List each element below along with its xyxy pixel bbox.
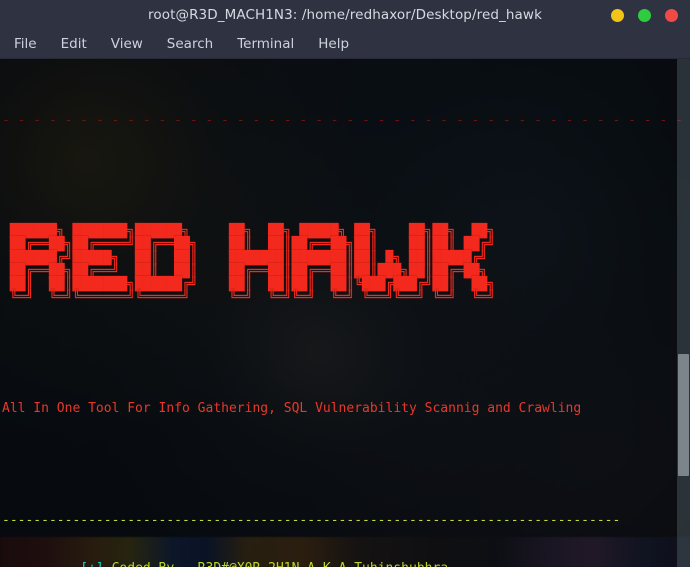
ascii-line-6: ╚═╝ ╚═╝╚══════╝╚═════╝ ╚═╝ ╚═╝╚═╝ ╚═╝ ╚═… [2,290,496,306]
top-separator-rule: - - - - - - - - - - - - - - - - - - - - … [2,113,683,128]
tagline: All In One Tool For Info Gathering, SQL … [2,400,582,416]
menu-item-view[interactable]: View [109,34,145,54]
coded-by-line: [+] Coded By - R3D#@X0R_2H1N A.K.A Tuhin… [2,561,690,567]
terminal-output: - - - - - - - - - - - - - - - - - - - - … [0,59,690,567]
menu-item-help[interactable]: Help [316,34,351,54]
coded-by-text: Coded By - R3D#@X0R_2H1N A.K.A Tuhinshub… [112,561,449,567]
menu-item-file[interactable]: File [12,34,39,54]
menu-item-terminal[interactable]: Terminal [235,34,296,54]
coded-by-tag: [+] [80,561,103,567]
terminal-scrollbar[interactable] [677,59,690,567]
ascii-line-2: ██╔══██╗██╔════╝██╔══██╗ ██║ ██║██╔══██╗… [2,237,496,253]
minimize-button[interactable] [611,8,624,22]
window-titlebar: root@R3D_MACH1N3: /home/redhaxor/Desktop… [0,0,690,30]
terminal-body[interactable]: - - - - - - - - - - - - - - - - - - - - … [0,59,690,567]
terminal-window: root@R3D_MACH1N3: /home/redhaxor/Desktop… [0,0,690,567]
screen: root@R3D_MACH1N3: /home/redhaxor/Desktop… [0,0,690,567]
red-hawk-ascii-banner: ██████╗ ███████╗██████╗ ██╗ ██╗ █████╗ █… [2,225,690,305]
scrollbar-thumb[interactable] [678,354,689,477]
ascii-line-3: ██████╔╝█████╗ ██║ ██║ ███████║███████║█… [2,250,496,266]
rule-above-credits: ----------------------------------------… [2,512,621,528]
menu-bar: File Edit View Search Terminal Help [0,30,690,59]
menu-item-search[interactable]: Search [165,34,215,54]
maximize-button[interactable] [638,8,651,22]
window-controls [611,0,678,30]
window-title: root@R3D_MACH1N3: /home/redhaxor/Desktop… [148,7,542,23]
close-button[interactable] [665,8,678,22]
menu-item-edit[interactable]: Edit [59,34,89,54]
